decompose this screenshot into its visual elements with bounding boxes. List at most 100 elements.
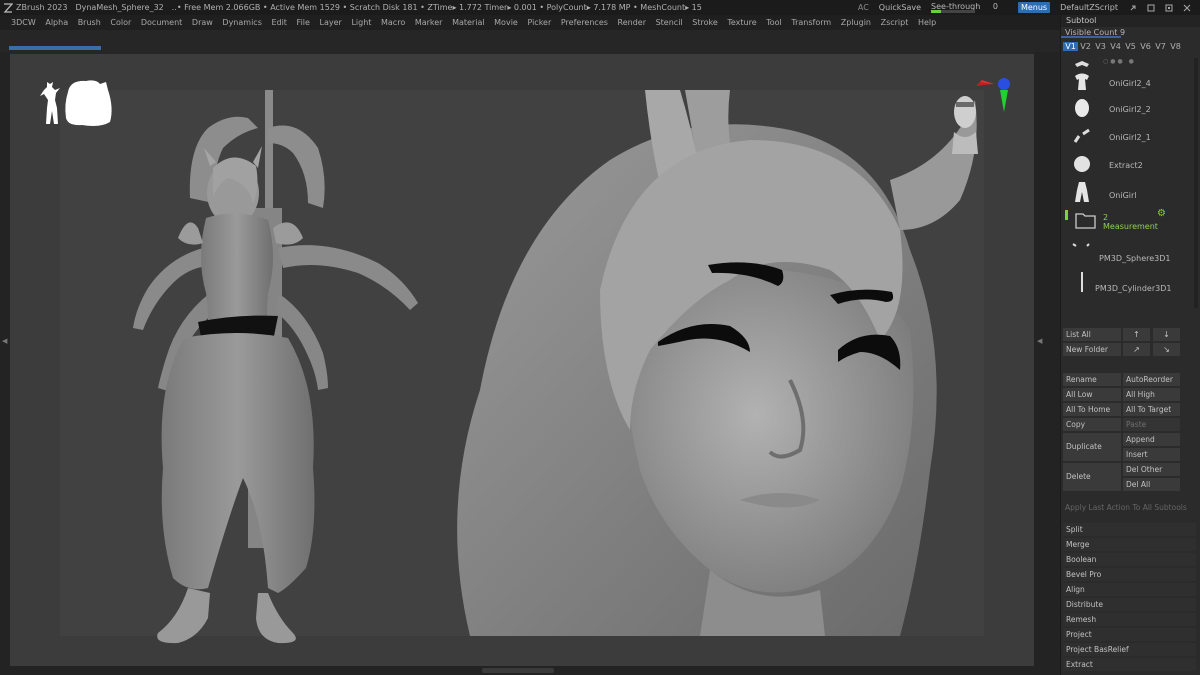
version-tab-v1[interactable]: V1 <box>1063 41 1078 51</box>
active-tab-indicator[interactable] <box>9 46 101 50</box>
insert-button[interactable]: Insert <box>1123 448 1180 461</box>
menu-3dcw[interactable]: 3DCW <box>11 18 36 27</box>
subtool-header[interactable]: Subtool <box>1061 15 1200 27</box>
menu-zscript[interactable]: Zscript <box>881 18 909 27</box>
expand-left-icon[interactable]: ◀ <box>2 337 7 345</box>
menu-preferences[interactable]: Preferences <box>561 18 608 27</box>
menu-stencil[interactable]: Stencil <box>656 18 683 27</box>
append-button[interactable]: Append <box>1123 433 1180 446</box>
delete-button[interactable]: Delete <box>1063 463 1121 491</box>
expand-right-icon[interactable]: ◀ <box>1037 337 1042 345</box>
subtool-item[interactable]: OniGirl2_4 <box>1061 70 1193 99</box>
visible-count-slider[interactable]: Visible Count 9 <box>1061 27 1200 38</box>
bottom-grip[interactable] <box>482 668 554 673</box>
see-through-slider[interactable]: See-through 0 <box>931 2 1008 13</box>
copy-button[interactable]: Copy <box>1063 418 1121 431</box>
subtool-list: ○●● ● OniGirl2_4 OniGirl2_2 OniGirl2_1 E… <box>1061 58 1200 313</box>
close-icon[interactable] <box>1182 3 1192 13</box>
move-out-icon[interactable]: ↘ <box>1153 343 1180 356</box>
menu-movie[interactable]: Movie <box>494 18 518 27</box>
section-align[interactable]: Align <box>1063 583 1196 596</box>
version-tab-v4[interactable]: V4 <box>1108 42 1123 51</box>
menu-macro[interactable]: Macro <box>381 18 405 27</box>
minimize-icon[interactable] <box>1146 3 1156 13</box>
help-icon[interactable] <box>1128 3 1138 13</box>
bottom-tray[interactable] <box>10 666 1034 675</box>
folder-toggle[interactable] <box>1065 210 1068 220</box>
version-tab-v8[interactable]: V8 <box>1168 42 1183 51</box>
head-navigation-icon[interactable] <box>950 92 980 154</box>
all-low-button[interactable]: All Low <box>1063 388 1121 401</box>
all-to-target-button[interactable]: All To Target <box>1123 403 1180 416</box>
section-distribute[interactable]: Distribute <box>1063 598 1196 611</box>
section-remesh[interactable]: Remesh <box>1063 613 1196 626</box>
move-up-icon[interactable]: ↑ <box>1123 328 1150 341</box>
section-boolean[interactable]: Boolean <box>1063 553 1196 566</box>
auto-reorder-button[interactable]: AutoReorder <box>1123 373 1180 386</box>
section-split[interactable]: Split <box>1063 523 1196 536</box>
subtool-item[interactable]: OniGirl2_1 <box>1061 124 1193 153</box>
subtool-scrollbar[interactable] <box>1194 58 1198 308</box>
menu-help[interactable]: Help <box>918 18 936 27</box>
section-bevel-pro[interactable]: Bevel Pro <box>1063 568 1196 581</box>
rename-button[interactable]: Rename <box>1063 373 1121 386</box>
menu-document[interactable]: Document <box>141 18 182 27</box>
menu-draw[interactable]: Draw <box>192 18 213 27</box>
viewport-canvas[interactable] <box>10 54 1034 666</box>
del-other-button[interactable]: Del Other <box>1123 463 1180 476</box>
version-tab-v6[interactable]: V6 <box>1138 42 1153 51</box>
menu-layer[interactable]: Layer <box>320 18 342 27</box>
section-merge[interactable]: Merge <box>1063 538 1196 551</box>
version-tab-v2[interactable]: V2 <box>1078 42 1093 51</box>
version-tab-v5[interactable]: V5 <box>1123 42 1138 51</box>
new-folder-button[interactable]: New Folder <box>1063 343 1121 356</box>
subtool-controls[interactable]: ○●● ● <box>1103 58 1136 65</box>
move-into-icon[interactable]: ↗ <box>1123 343 1150 356</box>
menu-brush[interactable]: Brush <box>78 18 101 27</box>
subtool-item[interactable]: PM3D_Sphere3D1 <box>1061 240 1193 269</box>
version-tab-v3[interactable]: V3 <box>1093 42 1108 51</box>
menu-light[interactable]: Light <box>351 18 371 27</box>
maximize-icon[interactable] <box>1164 3 1174 13</box>
version-tab-v7[interactable]: V7 <box>1153 42 1168 51</box>
all-high-button[interactable]: All High <box>1123 388 1180 401</box>
menu-file[interactable]: File <box>297 18 310 27</box>
section-project[interactable]: Project <box>1063 628 1196 641</box>
menu-transform[interactable]: Transform <box>791 18 831 27</box>
menu-zplugin[interactable]: Zplugin <box>841 18 871 27</box>
list-all-button[interactable]: List All <box>1063 328 1121 341</box>
menu-texture[interactable]: Texture <box>727 18 756 27</box>
menu-edit[interactable]: Edit <box>271 18 287 27</box>
zbrush-logo-icon <box>3 2 13 13</box>
menu-render[interactable]: Render <box>618 18 646 27</box>
gear-icon[interactable]: ⚙ <box>1157 208 1166 219</box>
subtool-item[interactable]: Extract2 <box>1061 152 1193 181</box>
menu-alpha[interactable]: Alpha <box>45 18 68 27</box>
apply-last-action-button[interactable]: Apply Last Action To All Subtools <box>1065 503 1187 512</box>
menus-button[interactable]: Menus <box>1017 2 1051 13</box>
subtool-panel: Subtool Visible Count 9 V1 V2 V3 V4 V5 V6 V7 V8… <box>1060 15 1200 675</box>
subtool-item[interactable]: PM3D_Cylinder3D1 <box>1061 270 1193 299</box>
menu-material[interactable]: Material <box>452 18 485 27</box>
subtool-name: OniGirl2_1 <box>1109 133 1151 142</box>
ac-label[interactable]: AC <box>858 3 869 12</box>
move-down-icon[interactable]: ↓ <box>1153 328 1180 341</box>
menu-stroke[interactable]: Stroke <box>692 18 718 27</box>
menu-marker[interactable]: Marker <box>415 18 443 27</box>
subtool-item[interactable]: OniGirl2_2 <box>1061 96 1193 125</box>
menu-tool[interactable]: Tool <box>766 18 782 27</box>
section-project-basrelief[interactable]: Project BasRelief <box>1063 643 1196 656</box>
quicksave-button[interactable]: QuickSave <box>879 3 921 12</box>
left-tray[interactable]: ◀ <box>0 52 10 675</box>
menu-picker[interactable]: Picker <box>527 18 551 27</box>
del-all-button[interactable]: Del All <box>1123 478 1180 491</box>
duplicate-button[interactable]: Duplicate <box>1063 433 1121 461</box>
section-extract[interactable]: Extract <box>1063 658 1196 671</box>
menu-color[interactable]: Color <box>110 18 131 27</box>
zscript-label[interactable]: DefaultZScript <box>1060 3 1118 12</box>
all-to-home-button[interactable]: All To Home <box>1063 403 1121 416</box>
right-tray[interactable]: ◀ <box>1034 52 1060 675</box>
menu-dynamics[interactable]: Dynamics <box>222 18 261 27</box>
subtool-item[interactable]: OniGirl <box>1061 180 1193 209</box>
paste-button[interactable]: Paste <box>1123 418 1180 431</box>
